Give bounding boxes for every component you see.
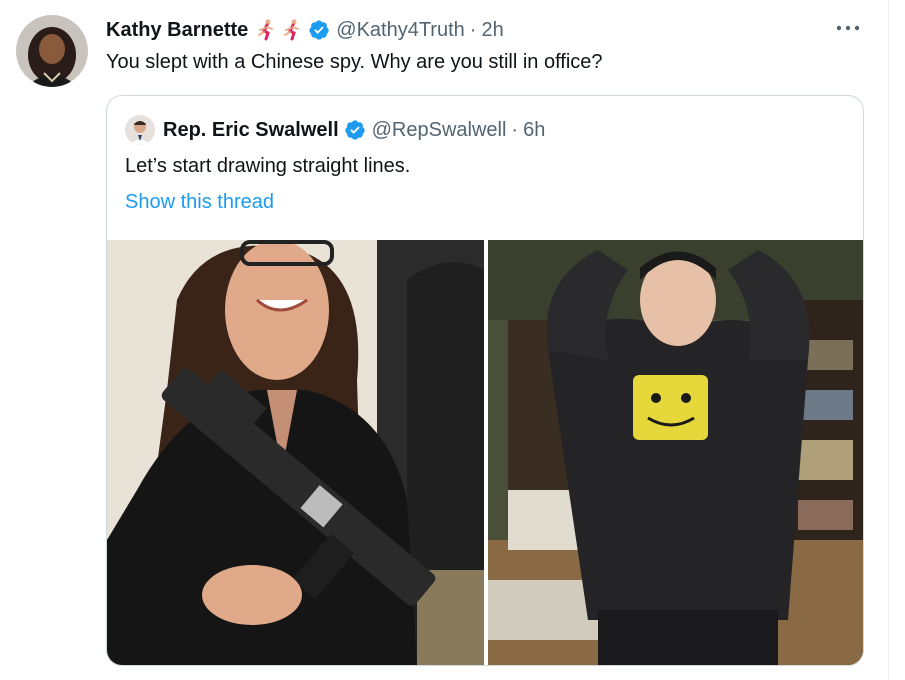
- timeline-border: [888, 0, 889, 680]
- quoted-tweet-card[interactable]: Rep. Eric Swalwell @RepSwalwell · 6h Let…: [106, 95, 864, 666]
- separator-dot: ·: [469, 18, 477, 41]
- quoted-tweet-time: 6h: [523, 118, 546, 141]
- quoted-tweet-media: [107, 240, 863, 665]
- tweet-time[interactable]: 2h: [481, 19, 503, 42]
- photo-woman-with-rifle: [107, 240, 484, 665]
- avatar-image: [125, 115, 155, 145]
- avatar-image: [16, 15, 88, 87]
- tweet-text: You slept with a Chinese spy. Why are yo…: [106, 51, 603, 73]
- quoted-author-display-name: Rep. Eric Swalwell: [163, 118, 339, 141]
- show-thread-link[interactable]: Show this thread: [125, 188, 274, 216]
- quoted-tweet-text: Let’s start drawing straight lines.: [125, 155, 411, 177]
- media-photo-left[interactable]: [107, 240, 484, 665]
- author-avatar[interactable]: [16, 15, 88, 87]
- running-woman-icon: [284, 19, 300, 41]
- tweet-header: Kathy Barnette @Kathy4Truth · 2h: [106, 16, 504, 44]
- quoted-author-avatar: [125, 115, 155, 145]
- photo-young-man-in-hoodie: [488, 240, 863, 665]
- quoted-tweet-header: Rep. Eric Swalwell @RepSwalwell · 6h: [125, 115, 546, 145]
- separator-dot: ·: [511, 118, 519, 141]
- verified-badge-icon: [309, 20, 329, 40]
- media-photo-right[interactable]: [488, 240, 863, 665]
- author-emoji: [256, 19, 302, 41]
- author-handle[interactable]: @Kathy4Truth: [336, 19, 465, 42]
- author-display-name[interactable]: Kathy Barnette: [106, 19, 248, 42]
- tweet-page: Kathy Barnette @Kathy4Truth · 2h You sle…: [0, 0, 905, 680]
- quoted-author-handle: @RepSwalwell: [371, 118, 507, 141]
- verified-badge-icon: [344, 120, 365, 140]
- more-dots-icon: [836, 25, 860, 31]
- more-options-button[interactable]: [833, 16, 863, 40]
- running-woman-icon: [258, 19, 274, 41]
